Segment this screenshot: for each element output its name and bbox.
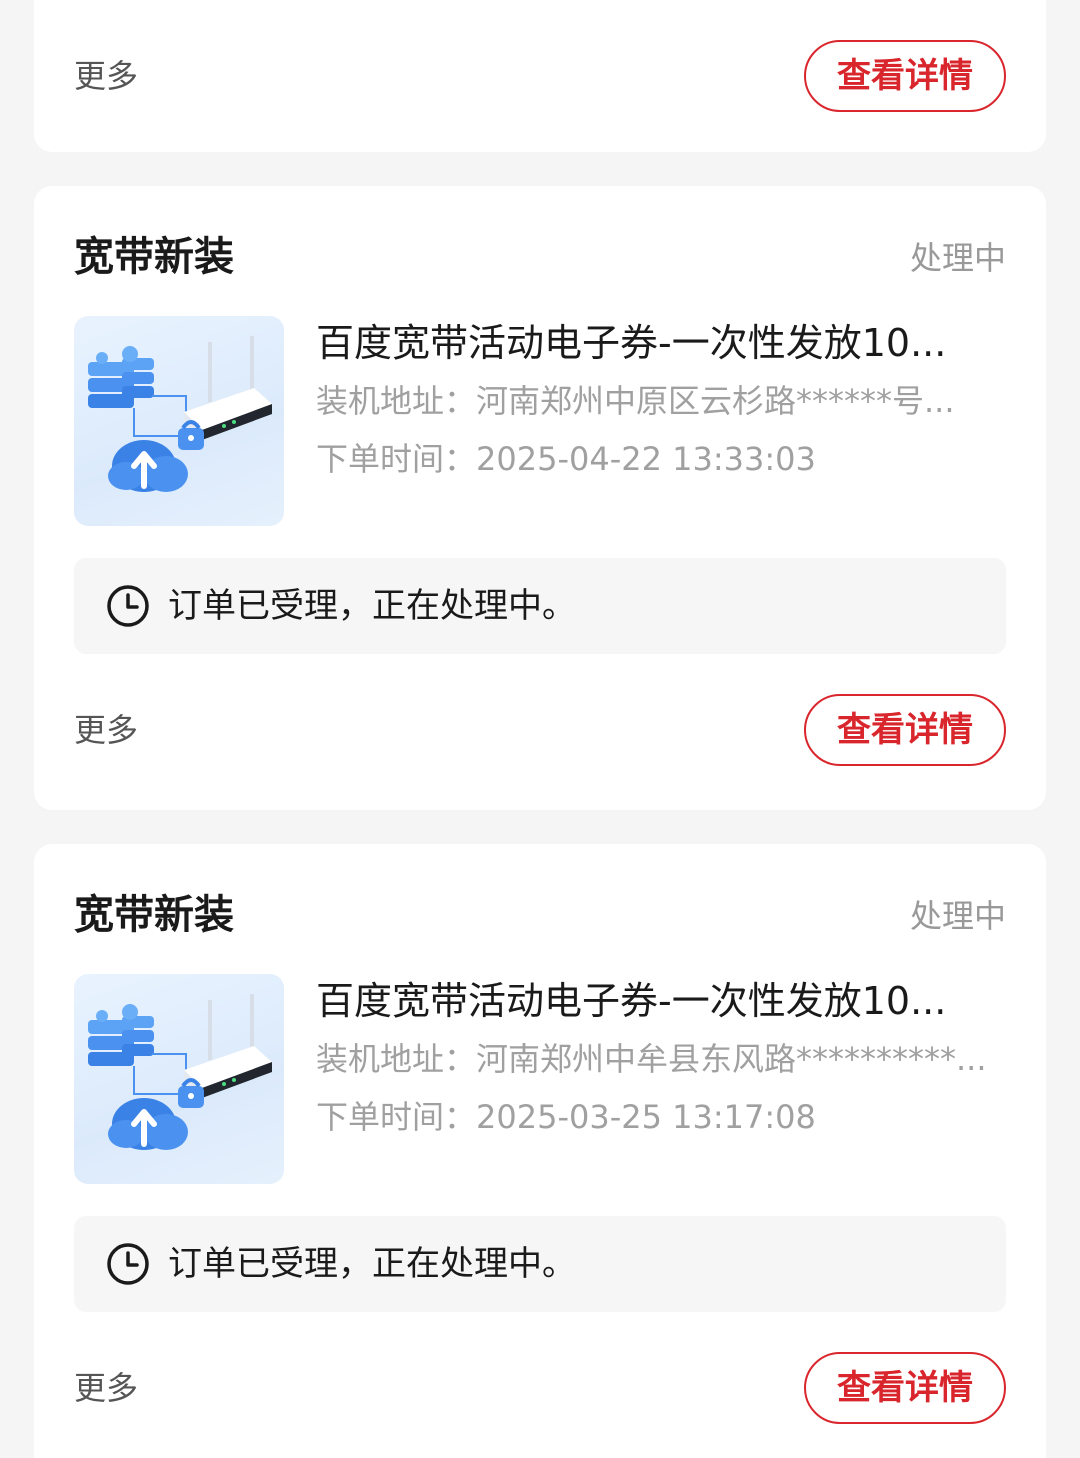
order-list-page: 更多 查看详情 宽带新装 处理中 百度宽带活动电子券-一次性发放10... 装机… [0, 0, 1080, 1458]
card-header: 宽带新装 处理中 [74, 230, 1006, 284]
install-address: 装机地址：河南郑州中原区云杉路******号... [316, 382, 955, 420]
clock-icon [107, 1243, 149, 1285]
order-progress-box: 订单已受理，正在处理中。 [74, 558, 1006, 654]
order-status-label: 处理中 [909, 239, 1006, 277]
card-header: 宽带新装 处理中 [74, 888, 1006, 942]
card-footer: 更多 查看详情 [74, 1352, 1006, 1424]
more-link[interactable]: 更多 [74, 694, 138, 766]
product-name: 百度宽带活动电子券-一次性发放10... [316, 979, 947, 1023]
view-details-button[interactable]: 查看详情 [804, 40, 1006, 112]
product-row[interactable]: 百度宽带活动电子券-一次性发放10... 装机地址：河南郑州中牟县东风路****… [74, 974, 1006, 1184]
product-info: 百度宽带活动电子券-一次性发放10... 装机地址：河南郑州中原区云杉路****… [316, 316, 1006, 488]
clock-icon [107, 585, 149, 627]
product-info: 百度宽带活动电子券-一次性发放10... 装机地址：河南郑州中牟县东风路****… [316, 974, 1006, 1146]
order-card[interactable]: 宽带新装 处理中 百度宽带活动电子券-一次性发放10... 装机地址：河南郑州中… [34, 844, 1046, 1458]
order-type-title: 宽带新装 [74, 892, 234, 938]
order-progress-text: 订单已受理，正在处理中。 [168, 586, 576, 626]
broadband-router-cloud-illustration [88, 994, 272, 1150]
view-details-button[interactable]: 查看详情 [804, 1352, 1006, 1424]
more-link[interactable]: 更多 [74, 40, 138, 112]
view-details-button[interactable]: 查看详情 [804, 694, 1006, 766]
order-status-label: 处理中 [909, 897, 1006, 935]
order-type-title: 宽带新装 [74, 234, 234, 280]
order-card-partial: 更多 查看详情 [34, 0, 1046, 152]
product-name: 百度宽带活动电子券-一次性发放10... [316, 321, 947, 365]
card-footer: 更多 查看详情 [74, 40, 1006, 112]
more-link[interactable]: 更多 [74, 1352, 138, 1424]
card-footer: 更多 查看详情 [74, 694, 1006, 766]
broadband-product-image [74, 316, 284, 526]
product-row[interactable]: 百度宽带活动电子券-一次性发放10... 装机地址：河南郑州中原区云杉路****… [74, 316, 1006, 526]
order-card[interactable]: 宽带新装 处理中 百度宽带活动电子券-一次性发放10... 装机地址：河南郑州中… [34, 186, 1046, 810]
install-address: 装机地址：河南郑州中牟县东风路**********... [316, 1040, 987, 1078]
order-time: 下单时间：2025-03-25 13:17:08 [316, 1098, 816, 1136]
order-time: 下单时间：2025-04-22 13:33:03 [316, 440, 816, 478]
order-progress-text: 订单已受理，正在处理中。 [168, 1244, 576, 1284]
broadband-product-image [74, 974, 284, 1184]
broadband-router-cloud-illustration [88, 336, 272, 492]
order-progress-box: 订单已受理，正在处理中。 [74, 1216, 1006, 1312]
